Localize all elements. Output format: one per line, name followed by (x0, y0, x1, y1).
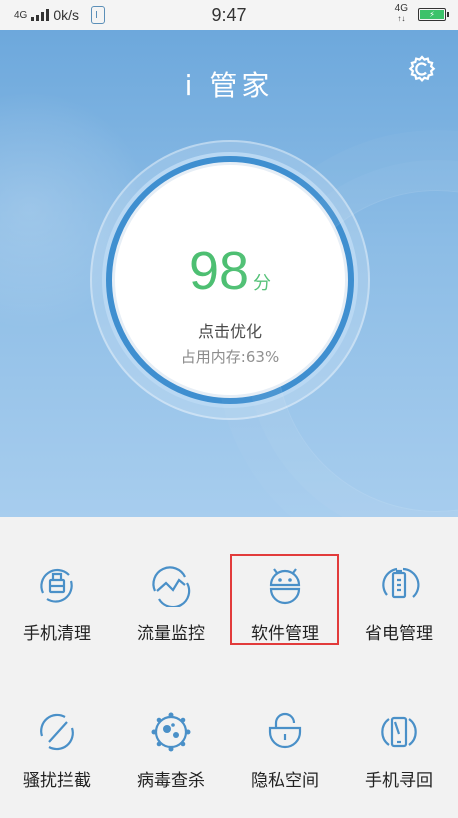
memory-usage: 占用内存:63% (180, 348, 280, 366)
score-value: 98 (188, 241, 250, 301)
tool-label: 流量监控 (137, 624, 205, 644)
tool-label: 手机寻回 (365, 771, 433, 791)
tool-label: 省电管理 (365, 624, 433, 644)
score-unit: 分 (253, 273, 272, 294)
tool-label: 隐私空间 (251, 771, 319, 791)
battery-icon (382, 567, 420, 599)
block-icon (40, 713, 74, 751)
tool-virus-scan[interactable]: 病毒查杀 (114, 710, 228, 791)
broom-icon (40, 568, 73, 603)
optimize-label[interactable]: 点击优化 (112, 318, 348, 342)
phone-find-icon (381, 716, 417, 748)
tool-power-saving[interactable]: 省电管理 (342, 563, 456, 644)
traffic-chart-icon (152, 566, 191, 607)
tool-private-space[interactable]: 隐私空间 (228, 710, 342, 791)
status-bar: 4G 0k/s 9:47 4G ↑↓ ⚡ (0, 0, 458, 30)
tool-phone-finder[interactable]: 手机寻回 (342, 710, 456, 791)
lock-icon (268, 712, 302, 749)
tool-label: 手机清理 (23, 624, 91, 644)
selection-highlight (230, 554, 339, 645)
app-title: i 管家 (184, 69, 274, 102)
score-display: 98 分 (112, 240, 348, 302)
tool-label: 骚扰拦截 (23, 771, 91, 791)
tool-phone-clean[interactable]: 手机清理 (0, 563, 114, 644)
network-type-secondary: 4G ↑↓ (394, 3, 408, 24)
hero-panel: i 管家 98 分 点击优化 占用内存:63% (0, 30, 458, 517)
status-right: 4G ↑↓ ⚡ (394, 3, 449, 24)
settings-gear-icon[interactable] (407, 54, 437, 84)
battery-icon: ⚡ (418, 7, 449, 21)
tool-traffic-monitor[interactable]: 流量监控 (114, 563, 228, 644)
tool-harassment-block[interactable]: 骚扰拦截 (0, 710, 114, 791)
virus-icon (151, 712, 191, 752)
tool-label: 病毒查杀 (137, 771, 205, 791)
clock: 9:47 (211, 5, 247, 25)
